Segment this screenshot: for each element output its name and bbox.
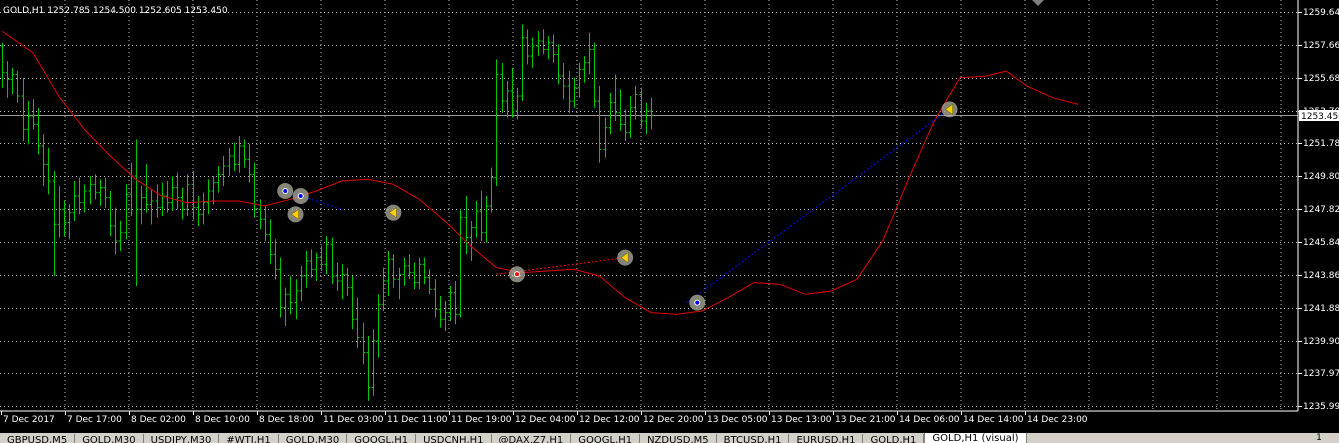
time-label: 11 Dec 03:00 [323, 415, 384, 425]
tab-scroll-button[interactable]: 1 [1299, 433, 1339, 443]
chart-tabs: GBPUSD,M5 GOLD,M30 USDJPY,M30 #WTI,H1 GOLD,M… [0, 433, 1339, 443]
price-label: 1237.975 [1303, 369, 1339, 379]
trade-marker-close [941, 101, 958, 118]
time-label: 11 Dec 11:00 [387, 415, 448, 425]
price-label: 1255.685 [1303, 74, 1339, 84]
marker-dot [298, 194, 303, 199]
chart-tab[interactable]: @DAX.Z7,H1 [492, 434, 572, 443]
price-label: 1239.900 [1303, 337, 1339, 347]
chart-window: 1259.6451257.6651255.6851253.7051251.780… [0, 0, 1339, 443]
trade-marker-sell [509, 266, 525, 283]
time-label: 7 Dec 2017 [3, 415, 55, 425]
time-label: 12 Dec 12:00 [579, 415, 640, 425]
chart-tab[interactable]: GOLD,H1 (visual) [924, 433, 1027, 443]
chart-tab[interactable]: BTCUSD,H1 [717, 434, 790, 443]
time-label: 7 Dec 17:00 [67, 415, 122, 425]
trade-marker-close [287, 206, 304, 223]
time-label: 13 Dec 05:00 [707, 415, 768, 425]
chart-tab[interactable]: USDCNH,H1 [416, 434, 492, 443]
time-label: 14 Dec 06:00 [899, 415, 960, 425]
trade-marker-buy [689, 294, 706, 311]
price-label: 1249.800 [1303, 172, 1339, 182]
time-label: 12 Dec 20:00 [643, 415, 704, 425]
price-label: 1235.995 [1303, 402, 1339, 412]
marker-dot [515, 272, 519, 277]
marker-dot [695, 300, 700, 305]
time-label: 11 Dec 19:00 [451, 415, 512, 425]
time-label: 12 Dec 04:00 [515, 415, 576, 425]
chart-background [0, 0, 1339, 433]
chart-tab[interactable]: GOLD,M30 [75, 434, 144, 443]
price-label: 1251.780 [1303, 139, 1339, 149]
current-price-tag: 1253.450 [1299, 110, 1339, 122]
chart-tab[interactable]: GOOGL,H1 [571, 434, 641, 443]
chart-tab[interactable]: NZDUSD,M5 [640, 434, 717, 443]
chart-tab[interactable]: GBPUSD,M5 [0, 434, 76, 443]
time-label: 13 Dec 13:00 [771, 415, 832, 425]
price-label: 1245.840 [1303, 238, 1339, 248]
trade-marker-close [617, 249, 634, 266]
price-label: 1257.665 [1303, 41, 1339, 51]
svg-text:1253.450: 1253.450 [1301, 112, 1339, 122]
chart-tab[interactable]: GOLD,H1 [863, 434, 925, 443]
time-label: 8 Dec 02:00 [131, 415, 186, 425]
price-label: 1241.880 [1303, 304, 1339, 314]
time-label: 14 Dec 14:00 [963, 415, 1024, 425]
time-label: 14 Dec 23:00 [1027, 415, 1088, 425]
marker-dot [283, 189, 288, 194]
trade-marker-buy [292, 188, 309, 205]
price-label: 1259.645 [1303, 8, 1339, 18]
time-label: 8 Dec 18:00 [259, 415, 314, 425]
chart-tab[interactable]: #WTI,H1 [219, 434, 279, 443]
price-label: 1247.820 [1303, 205, 1339, 215]
price-chart[interactable]: 1259.6451257.6651255.6851253.7051251.780… [0, 0, 1339, 433]
price-label: 1243.860 [1303, 271, 1339, 281]
chart-header: GOLD,H1 1252.785 1254.500 1252.605 1253.… [3, 6, 228, 16]
time-label: 8 Dec 10:00 [195, 415, 250, 425]
chart-tab[interactable]: GOLD,M30 [279, 434, 348, 443]
chart-tab[interactable]: USDJPY,M30 [144, 434, 220, 443]
chart-tab[interactable]: GOOGL,H1 [347, 434, 417, 443]
chart-tab[interactable]: EURUSD,H1 [789, 434, 864, 443]
trade-marker-buy [277, 183, 294, 200]
time-label: 13 Dec 21:00 [835, 415, 896, 425]
trade-marker-close [385, 204, 402, 221]
